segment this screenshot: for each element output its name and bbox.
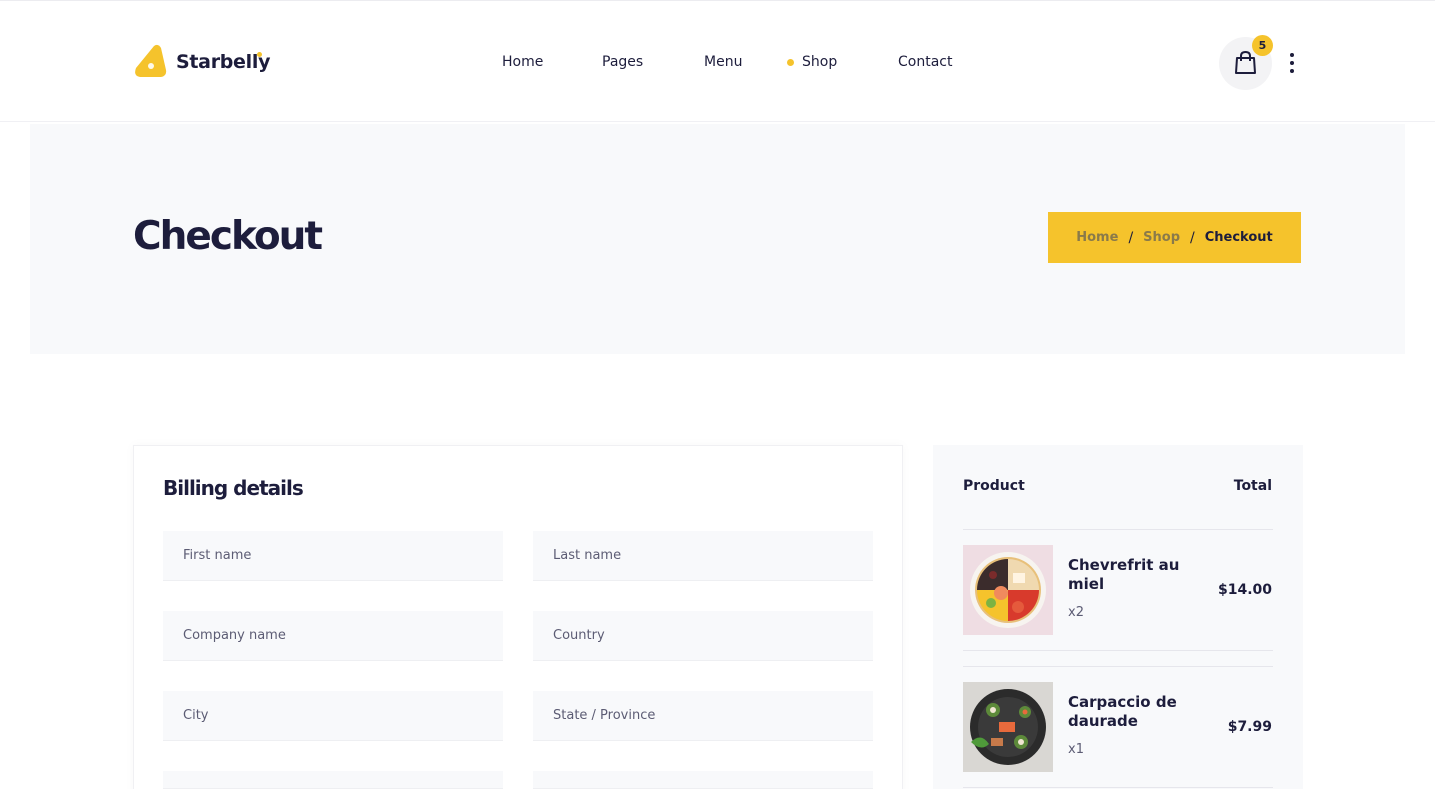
site-header: Starbelly Home Pages Menu Shop Contact 5 — [0, 0, 1435, 122]
more-menu-button[interactable] — [1284, 51, 1300, 75]
order-divider — [963, 666, 1273, 667]
product-price: $7.99 — [1227, 719, 1272, 735]
product-price: $14.00 — [1217, 582, 1272, 598]
vertical-dots-icon — [1290, 53, 1294, 57]
breadcrumb-separator: / — [1190, 229, 1195, 246]
breadcrumb-home[interactable]: Home — [1076, 230, 1118, 245]
breadcrumb-current: Checkout — [1204, 230, 1273, 245]
product-name[interactable]: Chevrefrit au miel — [1068, 556, 1198, 594]
food-bowl-image — [963, 545, 1053, 635]
nav-home[interactable]: Home — [502, 53, 543, 71]
product-thumbnail[interactable] — [963, 545, 1053, 635]
page-title: Checkout — [133, 214, 323, 259]
logo[interactable]: Starbelly — [132, 44, 270, 80]
product-thumbnail[interactable] — [963, 682, 1053, 772]
order-divider — [963, 650, 1273, 651]
food-plate-image — [963, 682, 1053, 772]
billing-title: Billing details — [163, 476, 304, 500]
country-input[interactable] — [533, 611, 873, 661]
city-input[interactable] — [163, 691, 503, 741]
address-input[interactable] — [163, 771, 503, 789]
breadcrumb: Home / Shop / Checkout — [1048, 212, 1301, 263]
logo-accent-dot — [257, 52, 262, 57]
nav-shop[interactable]: Shop — [802, 53, 837, 71]
nav-active-dot — [787, 59, 794, 66]
company-name-input[interactable] — [163, 611, 503, 661]
cart-count-badge: 5 — [1252, 35, 1273, 56]
product-quantity: x1 — [1068, 742, 1084, 757]
logo-icon — [132, 44, 168, 80]
postcode-input[interactable] — [533, 771, 873, 789]
breadcrumb-shop[interactable]: Shop — [1143, 230, 1180, 245]
order-divider — [963, 787, 1273, 788]
last-name-input[interactable] — [533, 531, 873, 581]
nav-menu[interactable]: Menu — [704, 53, 742, 71]
nav-pages[interactable]: Pages — [602, 53, 643, 71]
breadcrumb-separator: / — [1128, 229, 1134, 246]
state-input[interactable] — [533, 691, 873, 741]
nav-contact[interactable]: Contact — [898, 53, 952, 71]
first-name-input[interactable] — [163, 531, 503, 581]
product-quantity: x2 — [1068, 605, 1084, 620]
product-name[interactable]: Carpaccio de daurade — [1068, 693, 1198, 731]
order-column-product: Product — [963, 478, 1025, 494]
order-divider — [963, 529, 1273, 530]
order-column-total: Total — [1233, 478, 1272, 494]
